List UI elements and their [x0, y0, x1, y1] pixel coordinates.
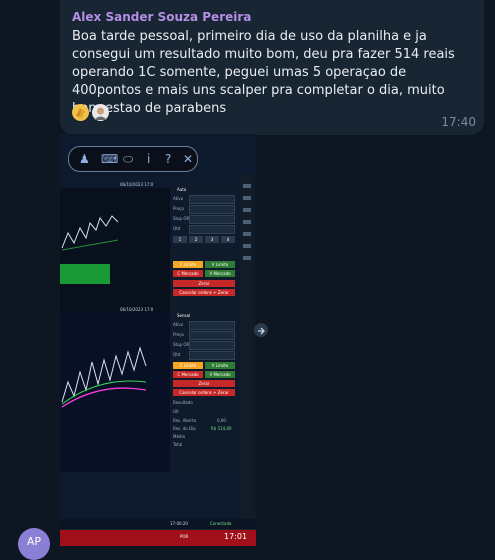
preco-field[interactable] [189, 205, 235, 214]
results-label-total: Total [173, 442, 183, 447]
keyboard-icon[interactable]: ⌨ [101, 152, 118, 166]
drawing-tools-strip [240, 174, 254, 519]
windows-taskbar: POR 17:01 [60, 530, 256, 546]
cancel-orders-button-2[interactable]: Cancelar ordens + Zerar [173, 389, 235, 396]
field-label-ativo: Ativo [173, 196, 184, 201]
field-label-preco-2: Preço [173, 332, 185, 337]
taskbar-language[interactable]: POR [180, 534, 188, 539]
results-label-resultado: Resultado [173, 400, 193, 405]
qtd-field-2[interactable] [189, 351, 235, 360]
price-chart-bottom[interactable] [60, 312, 170, 472]
buy-market-button[interactable]: C Mercado [173, 270, 203, 277]
results-label-aberto: Res. Aberto [173, 418, 197, 423]
attached-photo[interactable]: ♟ ⌨ ⬭ i ? ✕ 06/10/2023 17:0 Mini Auto At… [60, 134, 256, 546]
sell-limit-button[interactable]: V Limite [205, 261, 235, 268]
qty-button-1[interactable]: 1 [173, 236, 187, 243]
help-icon[interactable]: ? [165, 152, 171, 166]
message-text: Boa tarde pessoal, primeiro dia de uso d… [72, 29, 455, 116]
avatar-reaction-icon[interactable] [92, 104, 109, 121]
message-time: 17:40 [441, 115, 476, 129]
ativo-field[interactable] [189, 195, 235, 204]
sell-market-button[interactable]: V Mercado [205, 270, 235, 277]
ativo-field-2[interactable] [189, 321, 235, 330]
trade-panel-bottom: Sensal Ativo Preço Stop OR Qtd C Limite … [171, 310, 237, 474]
sell-limit-button-2[interactable]: V Limite [205, 362, 235, 369]
tool-icon[interactable] [243, 184, 251, 188]
zero-button[interactable]: Zerar [173, 280, 235, 287]
sell-market-button-2[interactable]: V Mercado [205, 371, 235, 378]
trade-panel-bottom-title: Sensal [177, 313, 191, 318]
overlay-toolbar: ♟ ⌨ ⬭ i ? ✕ [68, 146, 198, 172]
buy-limit-button[interactable]: C Limite [173, 261, 203, 268]
status-time: 17:00:20 [170, 521, 188, 526]
results-label-ult: Ult [173, 409, 179, 414]
results-label-dia: Res. do Dia [173, 426, 196, 431]
field-label-preco: Preço [173, 206, 185, 211]
connection-status: Conectada [210, 521, 232, 526]
tool-icon[interactable] [243, 220, 251, 224]
taskbar-clock[interactable]: 17:01 [224, 532, 247, 541]
zero-button-2[interactable]: Zerar [173, 380, 235, 387]
qtd-field[interactable] [189, 225, 235, 234]
close-icon[interactable]: ✕ [183, 152, 193, 166]
user-avatar[interactable]: AP [18, 528, 50, 560]
tool-icon[interactable] [243, 244, 251, 248]
tool-icon[interactable] [243, 196, 251, 200]
person-icon[interactable]: ♟ [79, 152, 90, 166]
results-value-dia: R$ 514,00 [211, 426, 232, 431]
field-label-ativo-2: Ativo [173, 322, 184, 327]
buy-market-button-2[interactable]: C Mercado [173, 371, 203, 378]
field-label-stop-2: Stop OR [173, 342, 190, 347]
buy-limit-button-2[interactable]: C Limite [173, 362, 203, 369]
tool-icon[interactable] [243, 232, 251, 236]
field-label-qtd-2: Qtd [173, 352, 181, 357]
stop-field[interactable] [189, 215, 235, 224]
trade-panel-title: Auto [177, 187, 187, 192]
qty-button-2[interactable]: 2 [189, 236, 203, 243]
results-value-aberto: 0,00 [217, 418, 226, 423]
tool-icon[interactable] [243, 208, 251, 212]
forward-icon[interactable] [254, 323, 268, 337]
chart-top-date: 06/10/2023 17:0 [120, 182, 154, 187]
qty-button-3[interactable]: 3 [205, 236, 219, 243]
cancel-orders-button[interactable]: Cancelar ordens + Zerar [173, 289, 235, 296]
preco-field-2[interactable] [189, 331, 235, 340]
field-label-stop: Stop OR [173, 216, 190, 221]
mouse-icon[interactable]: ⬭ [123, 152, 133, 167]
tool-icon[interactable] [243, 256, 251, 260]
field-label-qtd: Qtd [173, 226, 181, 231]
status-bar: 17:00:20 Conectada [60, 519, 256, 529]
info-icon[interactable]: i [147, 152, 150, 166]
stop-field-2[interactable] [189, 341, 235, 350]
clap-emoji-icon[interactable] [72, 104, 89, 121]
results-label-medio: Médio [173, 434, 186, 439]
sender-name[interactable]: Alex Sander Souza Pereira [72, 10, 251, 24]
qty-button-4[interactable]: 4 [221, 236, 235, 243]
